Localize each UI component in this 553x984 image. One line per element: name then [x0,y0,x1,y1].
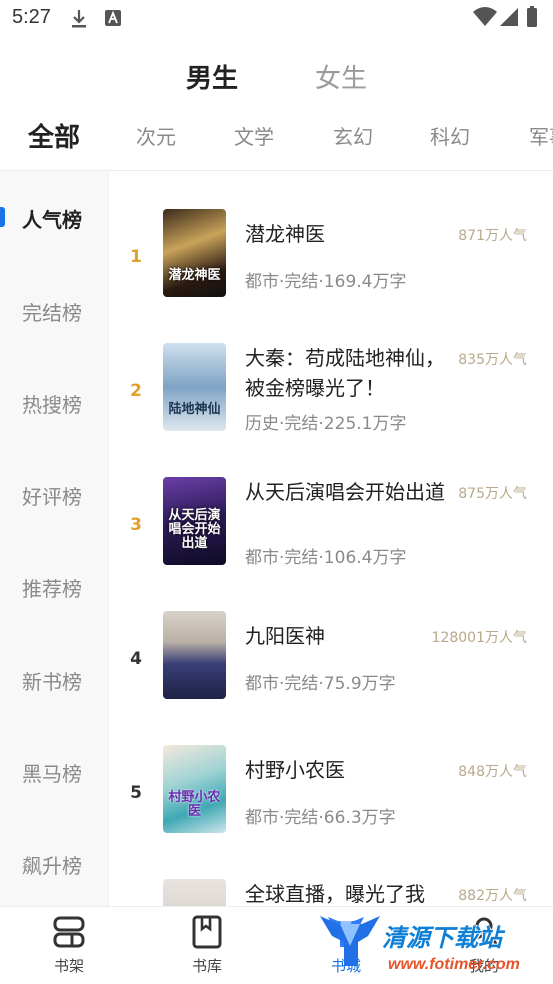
tab-male[interactable]: 男生 [186,58,238,95]
cover-title: 潜龙神医 [168,268,221,283]
active-indicator [0,207,5,227]
rank-number: 4 [130,649,142,669]
cover-title: 从天后演唱会开始出道 [168,508,221,551]
popularity: 848万人气 [458,764,527,780]
category-tab-literature[interactable]: 文学 [234,121,274,150]
book-item[interactable]: 1 潜龙神医 潜龙神医 都市·完结·169.4万字 871万人气 [110,209,553,343]
rank-number: 5 [130,783,142,803]
popularity: 835万人气 [458,352,527,368]
nav-bookshelf[interactable]: 书架 [29,915,109,976]
sidebar-item-top-rated[interactable]: 好评榜 [22,481,82,510]
cover-title: 村野小农医 [168,790,221,819]
ranking-sidebar: 人气榜 完结榜 热搜榜 好评榜 推荐榜 新书榜 黑马榜 飙升榜 [0,171,109,906]
watermark-logo-icon [320,916,380,966]
cover-title: 陆地神仙 [168,402,221,417]
font-icon [104,9,122,31]
rank-number: 3 [130,515,142,535]
library-icon [192,915,222,949]
rank-number: 1 [130,247,142,267]
category-tab-fantasy[interactable]: 玄幻 [333,121,373,150]
book-cover[interactable]: 潜龙神医 [163,209,226,297]
nav-label: 书架 [53,957,84,975]
book-title[interactable]: 村野小农医 [245,755,445,785]
book-title[interactable]: 从天后演唱会开始出道 [245,477,445,507]
book-cover[interactable] [163,879,226,906]
popularity: 875万人气 [458,486,527,502]
sidebar-item-recommended[interactable]: 推荐榜 [22,573,82,602]
tab-female[interactable]: 女生 [315,58,367,95]
popularity: 128001万人气 [431,630,527,646]
category-tab-all[interactable]: 全部 [28,117,80,154]
book-cover[interactable]: 村野小农医 [163,745,226,833]
sidebar-item-dark-horse[interactable]: 黑马榜 [22,758,82,787]
category-tab-scifi[interactable]: 科幻 [430,121,470,150]
book-meta: 都市·完结·106.4万字 [245,548,407,568]
bookshelf-icon [53,916,85,948]
sidebar-item-new-books[interactable]: 新书榜 [22,666,82,695]
nav-library[interactable]: 书库 [167,915,247,976]
watermark-title: 清源下载站 [382,924,502,952]
rank-number: 2 [130,381,142,401]
book-cover[interactable]: 从天后演唱会开始出道 [163,477,226,565]
status-bar: 5:27 [0,0,553,40]
category-tabs: 全部 次元 文学 玄幻 科幻 军事 [0,113,553,159]
wifi-icon [473,7,497,31]
book-item[interactable]: 3 从天后演唱会开始出道 从天后演唱会开始出道 都市·完结·106.4万字 87… [110,477,553,611]
watermark-url: www.fotimer.com [388,956,520,973]
book-item[interactable]: 5 村野小农医 村野小农医 都市·完结·66.3万字 848万人气 [110,745,553,879]
book-cover[interactable] [163,611,226,699]
book-meta: 都市·完结·75.9万字 [245,674,396,694]
book-meta: 都市·完结·169.4万字 [245,272,407,292]
sidebar-item-rising[interactable]: 飙升榜 [22,850,82,879]
status-time: 5:27 [12,6,51,28]
popularity: 882万人气 [458,888,527,904]
popularity: 871万人气 [458,228,527,244]
book-meta: 都市·完结·66.3万字 [245,808,396,828]
battery-icon [526,6,538,32]
signal-icon [499,7,519,31]
book-item[interactable]: 6 全球直播，曝光了我 882万人气 [110,879,553,906]
nav-label: 书库 [191,957,222,975]
book-list: 1 潜龙神医 潜龙神医 都市·完结·169.4万字 871万人气 2 陆地神仙 … [110,171,553,906]
book-title[interactable]: 潜龙神医 [245,219,445,249]
download-icon [70,9,88,33]
category-tab-military[interactable]: 军事 [529,121,553,150]
category-tab-ciyuan[interactable]: 次元 [136,121,176,150]
book-item[interactable]: 2 陆地神仙 大秦：苟成陆地神仙，被金榜曝光了！ 历史·完结·225.1万字 8… [110,343,553,477]
book-title[interactable]: 大秦：苟成陆地神仙，被金榜曝光了！ [245,343,445,403]
book-title[interactable]: 九阳医神 [245,621,445,651]
watermark: 清源下载站 www.fotimer.com [318,912,538,982]
book-meta: 历史·完结·225.1万字 [245,414,407,434]
book-title[interactable]: 全球直播，曝光了我 [245,879,445,906]
book-item[interactable]: 4 九阳医神 都市·完结·75.9万字 128001万人气 [110,611,553,745]
book-cover[interactable]: 陆地神仙 [163,343,226,431]
sidebar-item-completed[interactable]: 完结榜 [22,297,82,326]
sidebar-item-hot-search[interactable]: 热搜榜 [22,389,82,418]
sidebar-item-popular[interactable]: 人气榜 [22,204,82,233]
